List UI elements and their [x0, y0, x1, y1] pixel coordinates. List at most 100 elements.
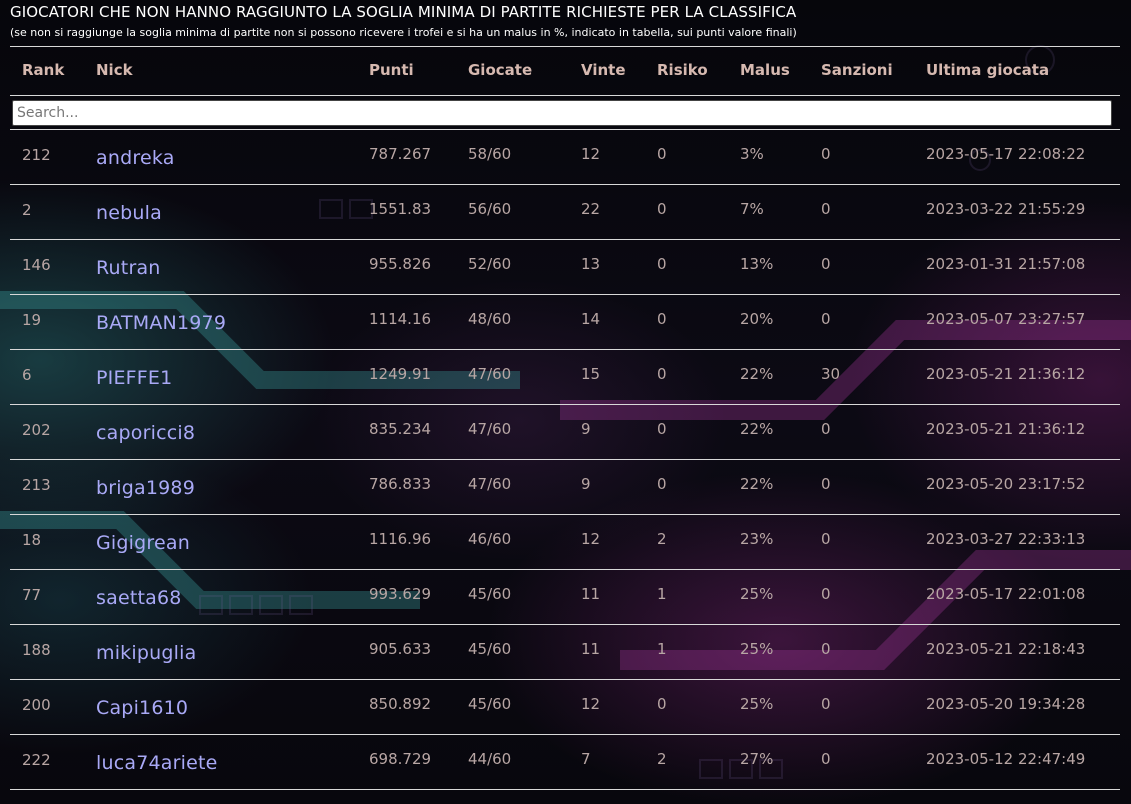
cell-punti: 1249.91: [369, 365, 432, 383]
cell-sanzioni: 0: [821, 750, 831, 768]
cell-vinte: 9: [581, 420, 591, 438]
cell-vinte: 11: [581, 640, 601, 658]
column-header-rank[interactable]: Rank: [22, 61, 64, 79]
player-nick-link[interactable]: briga1989: [96, 477, 195, 499]
cell-punti: 1114.16: [369, 310, 432, 328]
cell-rank: 77: [22, 586, 42, 604]
table-row: 6 PIEFFE1 1249.91 47/60 15 0 22% 30 2023…: [10, 350, 1120, 405]
cell-sanzioni: 0: [821, 695, 831, 713]
cell-malus: 25%: [740, 640, 774, 658]
cell-vinte: 12: [581, 530, 601, 548]
cell-vinte: 22: [581, 200, 601, 218]
cell-malus: 23%: [740, 530, 774, 548]
cell-punti: 835.234: [369, 420, 432, 438]
table-row: 213 briga1989 786.833 47/60 9 0 22% 0 20…: [10, 460, 1120, 515]
player-nick-link[interactable]: PIEFFE1: [96, 367, 172, 389]
cell-rank: 202: [22, 421, 51, 439]
page-subtitle: (se non si raggiunge la soglia minima di…: [10, 26, 797, 39]
cell-punti: 993.629: [369, 585, 432, 603]
column-header-giocate[interactable]: Giocate: [468, 61, 532, 79]
cell-vinte: 9: [581, 475, 591, 493]
cell-rank: 200: [22, 696, 51, 714]
cell-rank: 146: [22, 256, 51, 274]
cell-giocate: 58/60: [468, 145, 512, 163]
column-header-sanzioni[interactable]: Sanzioni: [821, 61, 893, 79]
player-nick-link[interactable]: BATMAN1979: [96, 312, 226, 334]
column-header-punti[interactable]: Punti: [369, 61, 414, 79]
column-header-nick[interactable]: Nick: [96, 61, 133, 79]
cell-giocate: 46/60: [468, 530, 512, 548]
cell-malus: 22%: [740, 365, 774, 383]
cell-sanzioni: 30: [821, 365, 841, 383]
player-nick-link[interactable]: caporicci8: [96, 422, 195, 444]
cell-ultima-giocata: 2023-05-21 21:36:12: [926, 365, 1086, 383]
cell-risiko: 2: [657, 530, 667, 548]
cell-risiko: 0: [657, 420, 667, 438]
search-input[interactable]: [12, 100, 1112, 126]
column-header-vinte[interactable]: Vinte: [581, 61, 626, 79]
cell-risiko: 0: [657, 255, 667, 273]
column-header-ultima-giocata[interactable]: Ultima giocata: [926, 61, 1049, 79]
table-row: 18 Gigigrean 1116.96 46/60 12 2 23% 0 20…: [10, 515, 1120, 570]
cell-risiko: 0: [657, 475, 667, 493]
cell-risiko: 0: [657, 145, 667, 163]
player-nick-link[interactable]: Rutran: [96, 257, 161, 279]
cell-risiko: 1: [657, 585, 667, 603]
cell-risiko: 2: [657, 750, 667, 768]
cell-giocate: 56/60: [468, 200, 512, 218]
table-row: 188 mikipuglia 905.633 45/60 11 1 25% 0 …: [10, 625, 1120, 680]
cell-vinte: 14: [581, 310, 601, 328]
player-nick-link[interactable]: luca74ariete: [96, 752, 218, 774]
cell-sanzioni: 0: [821, 200, 831, 218]
cell-ultima-giocata: 2023-05-21 22:18:43: [926, 640, 1086, 658]
cell-vinte: 12: [581, 695, 601, 713]
cell-punti: 850.892: [369, 695, 432, 713]
cell-punti: 1116.96: [369, 530, 432, 548]
cell-vinte: 15: [581, 365, 601, 383]
column-header-risiko[interactable]: Risiko: [657, 61, 708, 79]
cell-vinte: 13: [581, 255, 601, 273]
column-header-malus[interactable]: Malus: [740, 61, 790, 79]
cell-punti: 955.826: [369, 255, 432, 273]
player-nick-link[interactable]: nebula: [96, 202, 162, 224]
player-nick-link[interactable]: Gigigrean: [96, 532, 190, 554]
table-body: 212 andreka 787.267 58/60 12 0 3% 0 2023…: [10, 130, 1120, 790]
cell-risiko: 0: [657, 200, 667, 218]
cell-rank: 2: [22, 201, 32, 219]
player-nick-link[interactable]: mikipuglia: [96, 642, 196, 664]
cell-sanzioni: 0: [821, 420, 831, 438]
cell-malus: 20%: [740, 310, 774, 328]
cell-sanzioni: 0: [821, 640, 831, 658]
player-nick-link[interactable]: Capi1610: [96, 697, 188, 719]
table-row: 212 andreka 787.267 58/60 12 0 3% 0 2023…: [10, 130, 1120, 185]
cell-risiko: 0: [657, 310, 667, 328]
cell-vinte: 7: [581, 750, 591, 768]
cell-sanzioni: 0: [821, 585, 831, 603]
cell-ultima-giocata: 2023-05-17 22:08:22: [926, 145, 1086, 163]
cell-ultima-giocata: 2023-05-21 21:36:12: [926, 420, 1086, 438]
cell-malus: 25%: [740, 585, 774, 603]
cell-sanzioni: 0: [821, 145, 831, 163]
cell-rank: 188: [22, 641, 51, 659]
cell-malus: 7%: [740, 200, 764, 218]
cell-giocate: 45/60: [468, 640, 512, 658]
table-row: 77 saetta68 993.629 45/60 11 1 25% 0 202…: [10, 570, 1120, 625]
player-nick-link[interactable]: andreka: [96, 147, 175, 169]
table-row: 146 Rutran 955.826 52/60 13 0 13% 0 2023…: [10, 240, 1120, 295]
cell-rank: 19: [22, 311, 42, 329]
cell-punti: 787.267: [369, 145, 432, 163]
cell-punti: 905.633: [369, 640, 432, 658]
cell-ultima-giocata: 2023-03-22 21:55:29: [926, 200, 1086, 218]
cell-giocate: 45/60: [468, 695, 512, 713]
table-row: 2 nebula 1551.83 56/60 22 0 7% 0 2023-03…: [10, 185, 1120, 240]
cell-malus: 22%: [740, 475, 774, 493]
player-nick-link[interactable]: saetta68: [96, 587, 182, 609]
cell-sanzioni: 0: [821, 475, 831, 493]
cell-giocate: 47/60: [468, 365, 512, 383]
cell-ultima-giocata: 2023-05-17 22:01:08: [926, 585, 1086, 603]
cell-malus: 13%: [740, 255, 774, 273]
cell-punti: 786.833: [369, 475, 432, 493]
cell-rank: 222: [22, 751, 51, 769]
cell-sanzioni: 0: [821, 255, 831, 273]
page-title: GIOCATORI CHE NON HANNO RAGGIUNTO LA SOG…: [10, 3, 797, 21]
